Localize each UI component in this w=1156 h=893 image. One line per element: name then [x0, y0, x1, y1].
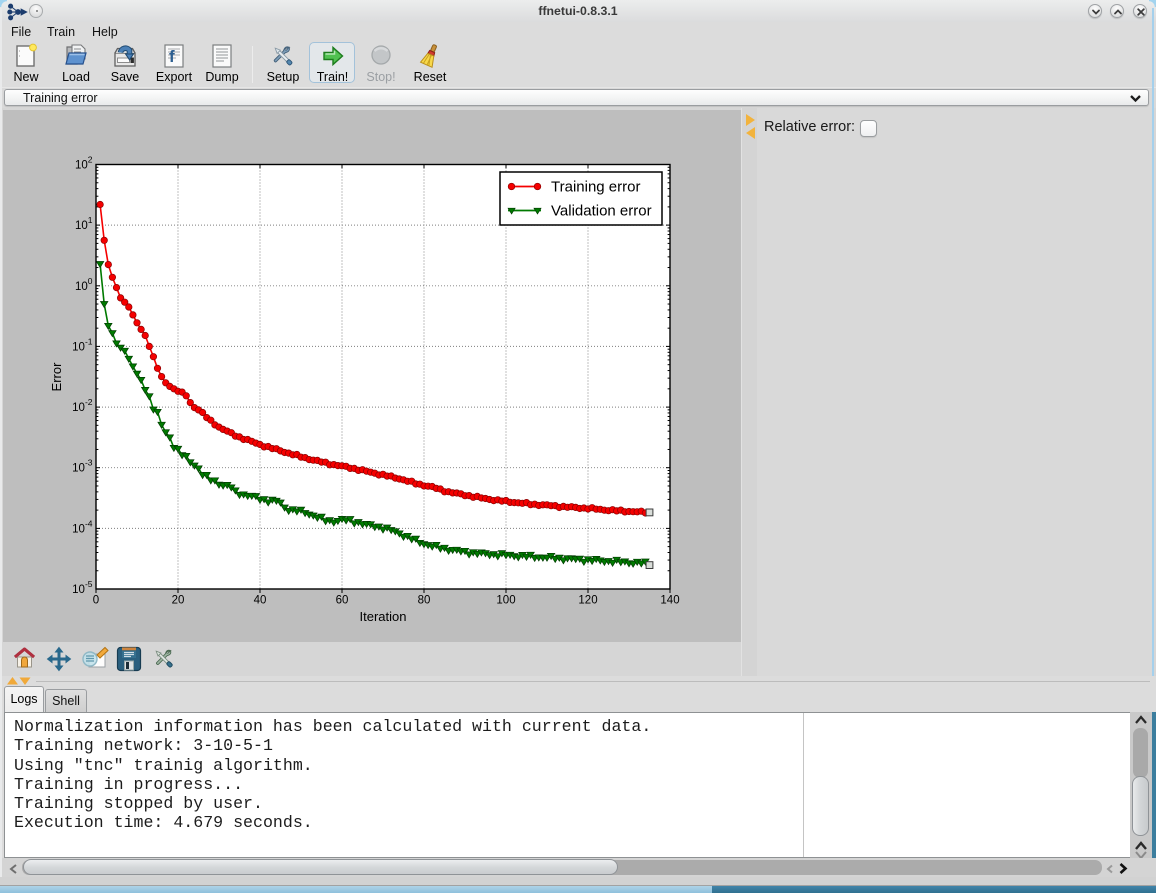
svg-text:140: 140: [660, 595, 679, 607]
svg-text:0: 0: [93, 595, 99, 607]
svg-text:60: 60: [336, 595, 349, 607]
svg-text:Error: Error: [49, 362, 64, 392]
svg-text:Validation error: Validation error: [551, 203, 652, 220]
svg-text:120: 120: [578, 595, 597, 607]
svg-text:Iteration: Iteration: [360, 609, 407, 624]
svg-text:f: f: [169, 47, 175, 66]
svg-text:Training error: Training error: [551, 179, 640, 196]
svg-text:20: 20: [172, 595, 185, 607]
svg-text:40: 40: [254, 595, 267, 607]
svg-text:80: 80: [418, 595, 431, 607]
svg-text:100: 100: [496, 595, 515, 607]
